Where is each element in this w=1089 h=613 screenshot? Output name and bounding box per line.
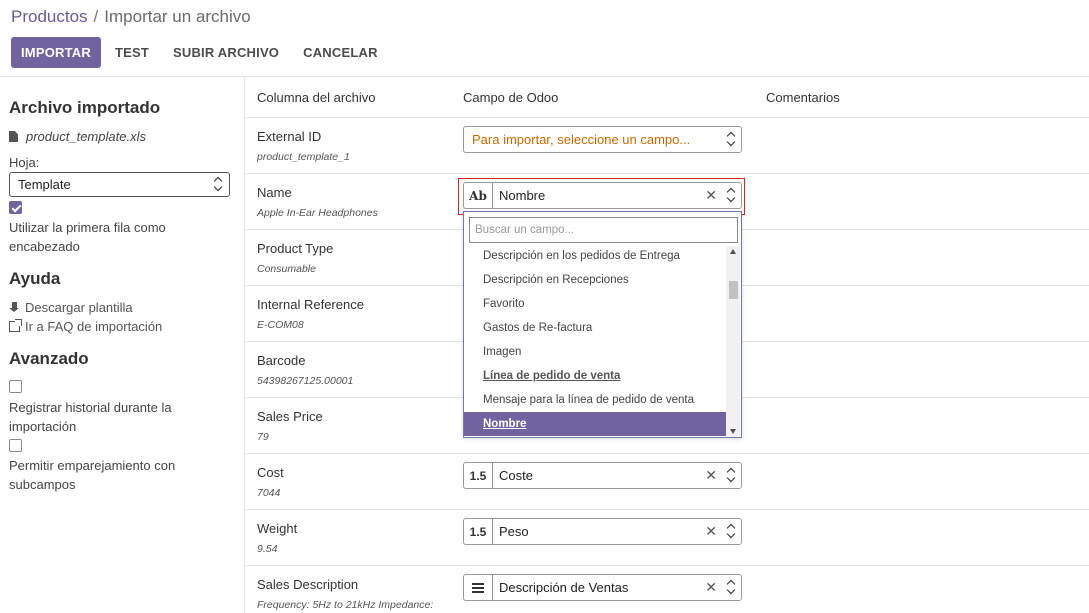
column-sample: Frequency: 5Hz to 21kHz Impedance: — [257, 599, 434, 611]
allow-subfields-checkbox[interactable] — [9, 439, 22, 452]
clear-icon[interactable]: ✕ — [705, 523, 717, 540]
download-icon — [9, 302, 20, 313]
first-row-header-checkbox[interactable] — [9, 201, 22, 214]
upload-file-button[interactable]: SUBIR ARCHIVO — [163, 37, 289, 68]
column-sample: E-COM08 — [257, 319, 304, 331]
table-header: Columna del archivo Campo de Odoo Coment… — [246, 77, 1089, 118]
column-name: Weight — [257, 521, 298, 536]
test-button[interactable]: TEST — [105, 37, 159, 68]
field-type-badge — [464, 575, 493, 600]
column-sample: 54398267125.00001 — [257, 375, 354, 387]
column-header-field: Campo de Odoo — [463, 90, 559, 105]
text-lines-icon — [472, 582, 484, 593]
page-title: Importar un archivo — [104, 7, 251, 26]
field-select-value: Peso — [499, 524, 529, 539]
highlight-box — [458, 178, 745, 215]
updown-icon — [213, 177, 223, 191]
updown-icon — [726, 132, 736, 146]
download-template-link[interactable]: Descargar plantilla — [9, 300, 133, 315]
dropdown-item[interactable]: Favorito — [464, 292, 726, 316]
sheet-select-value: Template — [18, 177, 71, 192]
toolbar: IMPORTAR TEST SUBIR ARCHIVO CANCELAR — [11, 37, 388, 68]
advanced-title: Avanzado — [9, 349, 89, 368]
scrollbar-thumb[interactable] — [729, 281, 738, 299]
column-sample: product_template_1 — [257, 151, 350, 163]
external-link-icon — [9, 319, 22, 332]
import-mapping-table: Columna del archivo Campo de Odoo Coment… — [246, 77, 1089, 613]
field-dropdown: Buscar un campo... Descripción en los pe… — [463, 211, 742, 438]
column-sample: Apple In-Ear Headphones — [257, 207, 378, 219]
clear-icon[interactable]: ✕ — [705, 467, 717, 484]
file-name: product_template.xls — [26, 129, 146, 144]
breadcrumb: Productos / Importar un archivo — [11, 7, 251, 27]
field-select[interactable]: Para importar, seleccione un campo... — [463, 126, 742, 153]
import-button[interactable]: IMPORTAR — [11, 37, 101, 68]
updown-icon — [726, 580, 736, 594]
column-header-comments: Comentarios — [766, 90, 840, 105]
clear-icon[interactable]: ✕ — [705, 579, 717, 596]
dropdown-item[interactable]: Descripción en Recepciones — [464, 268, 726, 292]
scroll-up-icon[interactable] — [730, 249, 736, 254]
column-sample: 9.54 — [257, 543, 278, 555]
column-name: Sales Price — [257, 409, 323, 424]
table-row: Cost 7044 1.5 Coste ✕ — [246, 454, 1089, 510]
table-row: External ID product_template_1 Para impo… — [246, 118, 1089, 174]
column-name: Product Type — [257, 241, 334, 256]
updown-icon — [726, 524, 736, 538]
allow-subfields-label: Permitir emparejamiento con subcampos — [9, 458, 176, 492]
field-select-value: Descripción de Ventas — [499, 580, 629, 595]
field-type-badge: 1.5 — [464, 463, 493, 488]
column-header-file: Columna del archivo — [257, 90, 376, 105]
help-title: Ayuda — [9, 269, 61, 288]
table-row: Weight 9.54 1.5 Peso ✕ — [246, 510, 1089, 566]
column-name: Name — [257, 185, 292, 200]
column-name: Internal Reference — [257, 297, 364, 312]
column-sample: Consumable — [257, 263, 316, 275]
dropdown-item[interactable]: Descripción en los pedidos de Entrega — [464, 244, 726, 268]
faq-link-label: Ir a FAQ de importación — [25, 319, 163, 334]
column-name: Sales Description — [257, 577, 359, 592]
updown-icon — [726, 468, 736, 482]
sidebar: Archivo importado product_template.xls H… — [0, 77, 245, 613]
field-select[interactable]: 1.5 Coste ✕ — [463, 462, 742, 489]
dropdown-item[interactable]: Gastos de Re-factura — [464, 316, 726, 340]
field-search-input[interactable]: Buscar un campo... — [469, 217, 738, 243]
breadcrumb-parent[interactable]: Productos — [11, 7, 88, 26]
imported-file-title: Archivo importado — [9, 98, 161, 117]
track-history-checkbox[interactable] — [9, 380, 22, 393]
field-dropdown-list: Descripción en los pedidos de Entrega De… — [464, 244, 726, 436]
breadcrumb-separator: / — [93, 7, 99, 26]
dropdown-item[interactable]: Línea de pedido de venta — [464, 364, 726, 388]
first-row-header-label: Utilizar la primera fila como encabezado — [9, 220, 166, 254]
file-name-row: product_template.xls — [9, 129, 146, 144]
sheet-label: Hoja: — [9, 155, 40, 170]
dropdown-item[interactable]: Imagen — [464, 340, 726, 364]
column-sample: 79 — [257, 431, 269, 443]
sheet-select[interactable]: Template — [9, 172, 230, 197]
field-select[interactable]: Descripción de Ventas ✕ — [463, 574, 742, 601]
dropdown-scrollbar[interactable] — [726, 246, 740, 437]
cancel-button[interactable]: CANCELAR — [293, 37, 388, 68]
scroll-down-icon[interactable] — [730, 429, 736, 434]
field-select-placeholder: Para importar, seleccione un campo... — [472, 132, 691, 147]
dropdown-item-selected[interactable]: Nombre — [464, 412, 726, 436]
field-type-badge: 1.5 — [464, 519, 493, 544]
download-template-label: Descargar plantilla — [25, 300, 133, 315]
column-name: External ID — [257, 129, 322, 144]
faq-link[interactable]: Ir a FAQ de importación — [9, 319, 162, 334]
field-select[interactable]: 1.5 Peso ✕ — [463, 518, 742, 545]
dropdown-item[interactable]: Mensaje para la línea de pedido de venta — [464, 388, 726, 412]
file-icon — [9, 131, 18, 142]
column-name: Cost — [257, 465, 284, 480]
column-name: Barcode — [257, 353, 306, 368]
table-row: Sales Description Frequency: 5Hz to 21kH… — [246, 566, 1089, 613]
column-sample: 7044 — [257, 487, 281, 499]
track-history-label: Registrar historial durante la importaci… — [9, 400, 172, 434]
field-select-value: Coste — [499, 468, 533, 483]
